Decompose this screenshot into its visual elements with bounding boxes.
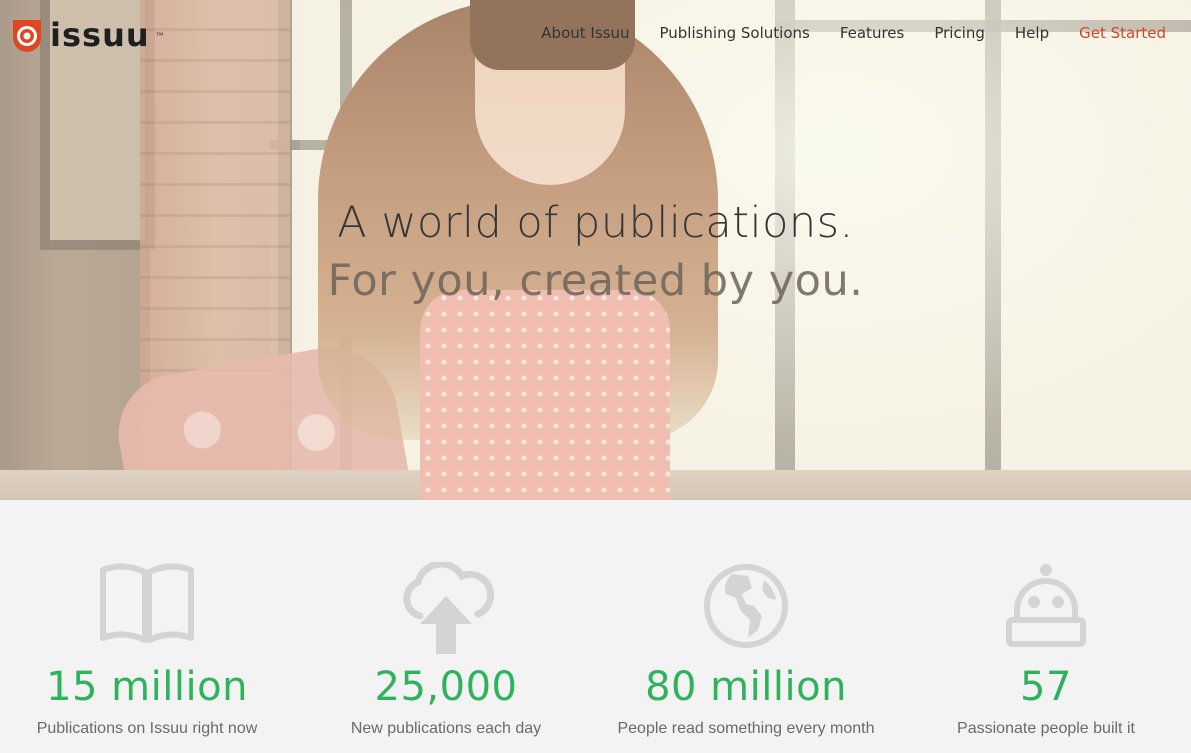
cloud-upload-icon [398,560,495,661]
stat-label: People read something every month [617,720,875,737]
stat-label: Passionate people built it [957,720,1135,737]
nav-features[interactable]: Features [840,24,905,42]
logo-wordmark: issuu [50,16,150,54]
hero-headline-line1: A world of publications. [337,198,854,248]
stat-number: 15 million [46,664,248,710]
robot-icon [1003,562,1089,653]
hero-headline-line2: For you, created by you. [327,256,864,306]
book-icon [99,562,195,653]
stat-label: New publications each day [350,720,542,737]
issuu-logo[interactable]: issuu ™ [10,18,164,52]
globe-icon [702,562,790,655]
issuu-logo-icon [10,18,44,52]
main-menu: About Issuu Publishing Solutions Feature… [541,24,1166,42]
hero-headline: A world of publications. For you, create… [0,195,1191,311]
nav-get-started[interactable]: Get Started [1079,24,1166,42]
nav-pricing[interactable]: Pricing [934,24,985,42]
nav-about-issuu[interactable]: About Issuu [541,24,629,42]
top-navigation: issuu ™ About Issuu Publishing Solutions… [0,0,1191,70]
nav-help[interactable]: Help [1015,24,1049,42]
nav-publishing-solutions[interactable]: Publishing Solutions [659,24,809,42]
stats-section: 15 million Publications on Issuu right n… [0,500,1191,753]
trademark-symbol: ™ [155,30,164,40]
hero-section: issuu ™ About Issuu Publishing Solutions… [0,0,1191,500]
stat-number: 80 million [645,664,847,710]
stat-number: 25,000 [374,664,518,710]
stat-number: 57 [1020,664,1072,710]
stat-label: Publications on Issuu right now [36,720,258,737]
